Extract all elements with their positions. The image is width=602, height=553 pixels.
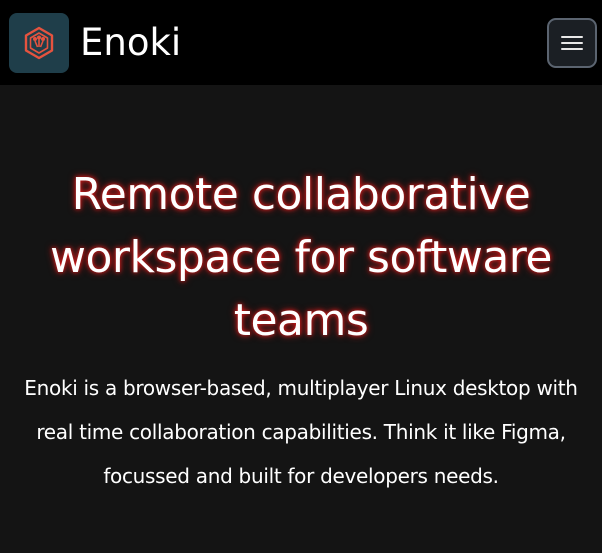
menu-toggle-button[interactable] <box>547 18 597 68</box>
navbar: Enoki <box>0 0 602 85</box>
hero-description: Enoki is a browser-based, multiplayer Li… <box>24 376 578 488</box>
hero-section: Remote collaborative workspace for softw… <box>0 85 602 553</box>
hamburger-menu-icon <box>561 42 583 44</box>
hamburger-menu-icon <box>561 36 583 38</box>
hamburger-menu-icon <box>561 48 583 50</box>
hero-title: Remote collaborative workspace for softw… <box>50 169 552 346</box>
brand-link[interactable]: Enoki <box>9 13 181 73</box>
enoki-logo-icon <box>9 13 69 73</box>
brand-name: Enoki <box>80 21 182 64</box>
